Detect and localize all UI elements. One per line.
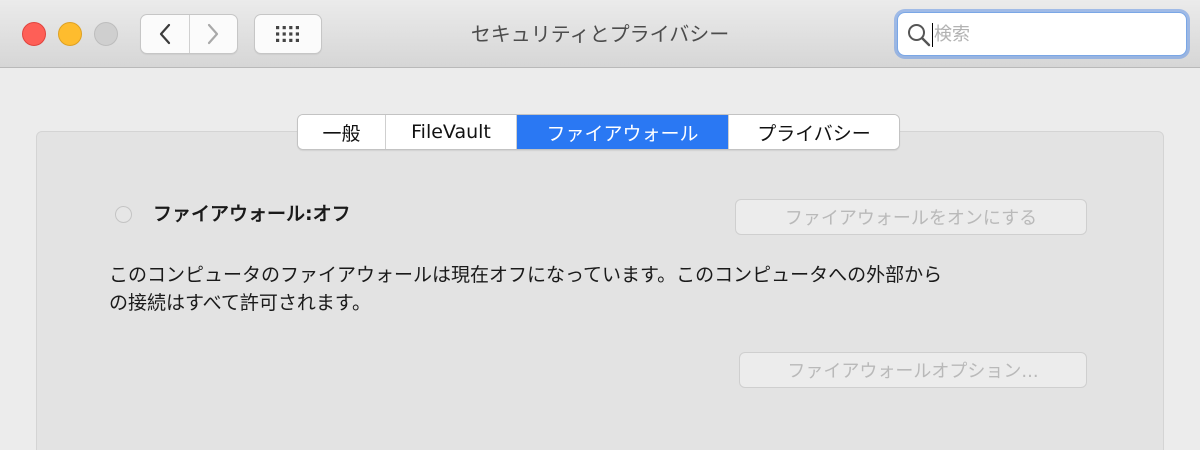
tab-privacy[interactable]: プライバシー (728, 115, 899, 149)
zoom-window-button[interactable] (94, 22, 118, 46)
chevron-right-icon (208, 23, 219, 45)
grid-icon (276, 26, 299, 42)
firewall-options-button[interactable]: ファイアウォールオプション... (739, 352, 1087, 388)
tab-general[interactable]: 一般 (298, 115, 385, 149)
search-icon (908, 24, 931, 47)
preferences-window: セキュリティとプライバシー 一般 FileVault ファイアウォール プライバ… (0, 0, 1200, 450)
tab-filevault[interactable]: FileVault (385, 115, 516, 149)
firewall-description-line-2: の接続はすべて許可されます。 (109, 292, 372, 314)
tab-firewall[interactable]: ファイアウォール (516, 115, 728, 149)
search-input[interactable] (934, 17, 1174, 51)
forward-button[interactable] (188, 15, 238, 53)
show-all-button[interactable] (254, 14, 322, 54)
back-button[interactable] (141, 15, 189, 53)
title-bar: セキュリティとプライバシー (0, 0, 1200, 68)
window-title: セキュリティとプライバシー (470, 22, 730, 46)
text-caret (932, 23, 933, 47)
turn-on-firewall-button[interactable]: ファイアウォールをオンにする (735, 199, 1087, 235)
minimize-window-button[interactable] (58, 22, 82, 46)
firewall-status-label: ファイアウォール:オフ (153, 203, 351, 225)
firewall-description: このコンピュータのファイアウォールは現在オフになっています。このコンピュータへの… (109, 261, 1109, 317)
firewall-status-indicator (115, 206, 132, 223)
search-field[interactable] (897, 12, 1187, 56)
chevron-left-icon (159, 23, 170, 45)
firewall-description-line-1: このコンピュータのファイアウォールは現在オフになっています。このコンピュータへの… (109, 264, 943, 286)
tab-bar: 一般 FileVault ファイアウォール プライバシー (297, 114, 900, 150)
close-window-button[interactable] (22, 22, 46, 46)
navigation-buttons (140, 14, 238, 54)
